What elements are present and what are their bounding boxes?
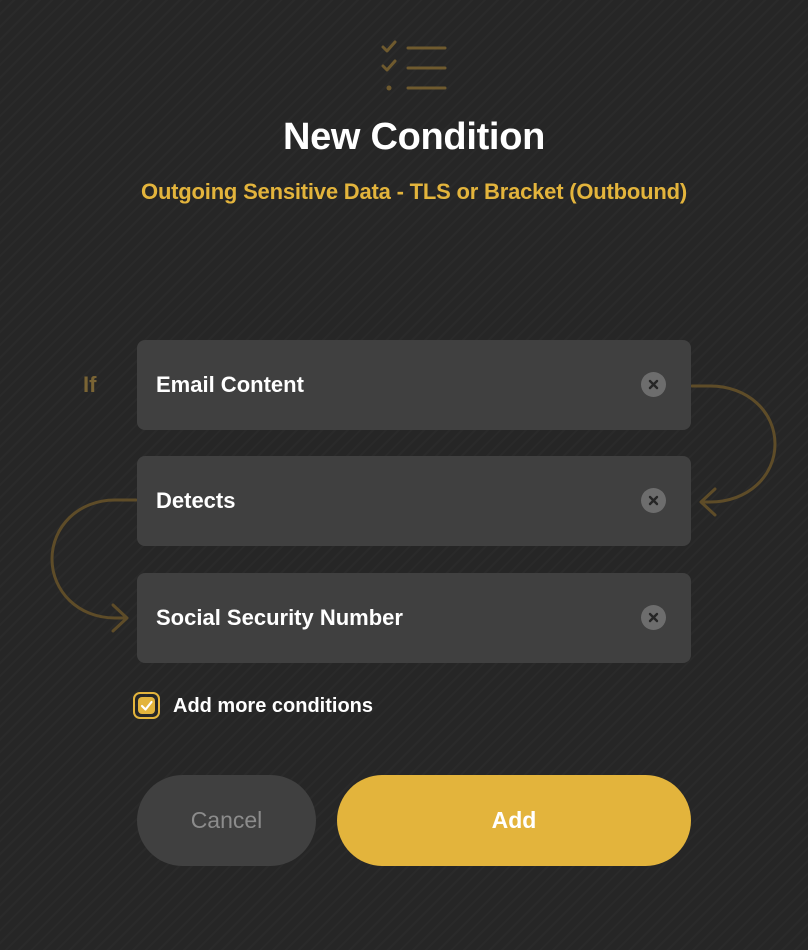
field-value: Social Security Number xyxy=(156,605,403,630)
new-condition-dialog: New Condition Outgoing Sensitive Data - … xyxy=(0,0,808,950)
checkmark-icon xyxy=(138,697,155,714)
dialog-subtitle: Outgoing Sensitive Data - TLS or Bracket… xyxy=(141,179,687,204)
add-more-conditions-checkbox[interactable] xyxy=(133,692,160,719)
condition-field-detects[interactable]: Detects xyxy=(137,456,691,546)
checklist-icon xyxy=(381,40,447,91)
clear-icon[interactable] xyxy=(641,605,666,630)
clear-icon[interactable] xyxy=(641,372,666,397)
add-button[interactable]: Add xyxy=(337,775,691,866)
field-value: Detects xyxy=(156,488,236,513)
cancel-button[interactable]: Cancel xyxy=(137,775,316,866)
dialog-title: New Condition xyxy=(282,116,546,158)
if-label: If xyxy=(83,372,97,397)
field-value: Email Content xyxy=(156,372,304,397)
condition-field-social-security-number[interactable]: Social Security Number xyxy=(137,573,691,663)
clear-icon[interactable] xyxy=(641,488,666,513)
add-more-conditions-label[interactable]: Add more conditions xyxy=(173,695,373,718)
condition-field-email-content[interactable]: Email Content xyxy=(137,340,691,430)
